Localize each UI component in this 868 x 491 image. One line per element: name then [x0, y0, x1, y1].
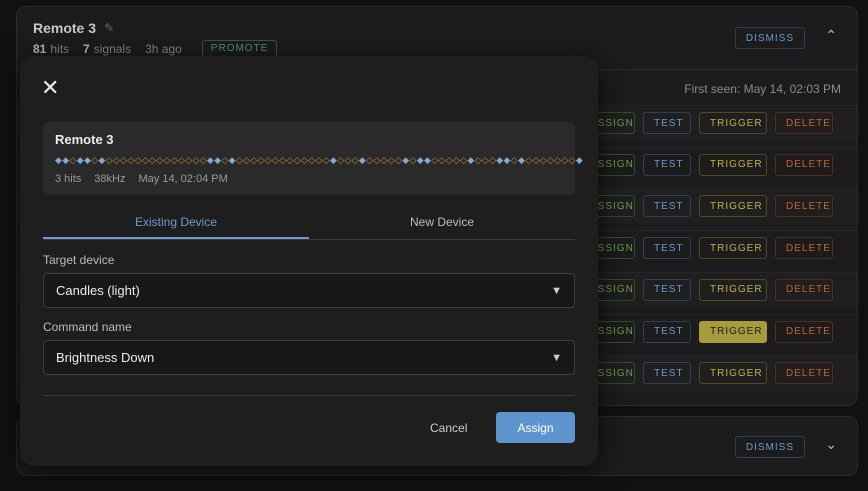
- trigger-button[interactable]: TRIGGER: [699, 237, 767, 260]
- waveform-pulse: ◇: [510, 156, 518, 166]
- trigger-button[interactable]: TRIGGER: [699, 278, 767, 301]
- delete-button[interactable]: DELETE: [775, 320, 833, 343]
- waveform-pulse: ◇: [445, 156, 453, 166]
- waveform-pulse: ◆: [228, 156, 236, 166]
- chevron-down-icon: ▼: [551, 351, 562, 364]
- cancel-button[interactable]: Cancel: [420, 412, 477, 443]
- delete-button[interactable]: DELETE: [775, 278, 833, 301]
- waveform-pulse: ◇: [409, 156, 417, 166]
- trigger-button[interactable]: TRIGGER: [699, 195, 767, 218]
- test-button[interactable]: TEST: [643, 237, 691, 260]
- test-button[interactable]: TEST: [643, 278, 691, 301]
- waveform-pulse: ◇: [192, 156, 200, 166]
- waveform-pulse: ◆: [358, 156, 367, 166]
- waveform-pulse: ◇: [387, 156, 396, 166]
- waveform-pulse: ◇: [344, 156, 352, 166]
- trigger-button[interactable]: TRIGGER: [699, 153, 767, 176]
- waveform-pulse: ◇: [257, 156, 265, 166]
- waveform-pulse: ◇: [127, 156, 135, 166]
- delete-button[interactable]: DELETE: [775, 195, 833, 218]
- command-name-select[interactable]: Brightness Down ▼: [43, 340, 575, 375]
- waveform-pulse: ◇: [235, 156, 244, 166]
- test-button[interactable]: TEST: [643, 362, 691, 385]
- assign-tabs: Existing Device New Device: [43, 206, 575, 240]
- waveform-pulse: ◆: [503, 156, 511, 166]
- waveform-pulse: ◇: [474, 156, 482, 166]
- test-button[interactable]: TEST: [643, 320, 691, 343]
- test-button[interactable]: TEST: [643, 195, 691, 218]
- dismiss-button[interactable]: DISMISS: [734, 27, 805, 49]
- waveform-pulse: ◇: [481, 156, 490, 166]
- waveform-pulse: ◇: [293, 156, 301, 166]
- signal-name: Remote 3: [55, 132, 114, 147]
- trigger-button[interactable]: TRIGGER: [699, 320, 767, 343]
- assign-button[interactable]: Assign: [496, 412, 575, 443]
- waveform-pulse: ◆: [76, 156, 84, 166]
- waveform-pulse: ◆: [467, 156, 475, 166]
- waveform-pulse: ◇: [69, 156, 77, 166]
- waveform-pulse: ◇: [156, 156, 164, 166]
- delete-button[interactable]: DELETE: [775, 362, 833, 385]
- waveform-pulse: ◇: [315, 156, 323, 166]
- waveform-pulse: ◇: [539, 156, 547, 166]
- target-device-select[interactable]: Candles (light) ▼: [43, 273, 575, 308]
- chevron-up-icon[interactable]: ⌃: [825, 27, 837, 44]
- waveform-pulse: ◇: [380, 156, 388, 166]
- trigger-button[interactable]: TRIGGER: [699, 362, 767, 385]
- delete-button[interactable]: DELETE: [775, 112, 833, 134]
- waveform-pulse: ◇: [170, 156, 178, 166]
- waveform-pulse: ◇: [561, 156, 569, 166]
- signal-waveform: ◆◆◇◆◆◇◆◇◇◇◇◇◇◇◇◇◇◇◇◇◇◆◆◇◆◇◇◇◇◇◇◇◇◇◇◇◇◇◆◇…: [55, 156, 583, 166]
- signal-preview: Remote 3 ◆◆◇◆◆◇◆◇◇◇◇◇◇◇◇◇◇◇◇◇◇◆◆◇◆◇◇◇◇◇◇…: [43, 122, 583, 195]
- waveform-pulse: ◆: [496, 156, 504, 166]
- delete-button[interactable]: DELETE: [775, 153, 833, 176]
- row-actions: ASSIGN TEST TRIGGER DELETE: [579, 278, 833, 301]
- waveform-pulse: ◇: [373, 156, 381, 166]
- waveform-pulse: ◇: [351, 156, 359, 166]
- target-device-label: Target device: [43, 253, 115, 267]
- waveform-pulse: ◆: [575, 156, 584, 166]
- command-name-label: Command name: [43, 320, 132, 334]
- close-icon[interactable]: ✕: [41, 77, 59, 99]
- waveform-pulse: ◇: [286, 156, 294, 166]
- first-seen-text: First seen: May 14, 02:03 PM: [684, 82, 841, 96]
- test-button[interactable]: TEST: [643, 112, 691, 134]
- waveform-pulse: ◇: [221, 156, 229, 166]
- waveform-pulse: ◇: [105, 156, 113, 166]
- assign-signal-modal: ✕ Remote 3 ◆◆◇◆◆◇◆◇◇◇◇◇◇◇◇◇◇◇◇◇◇◆◆◇◆◇◇◇◇…: [20, 56, 598, 466]
- waveform-pulse: ◇: [134, 156, 142, 166]
- waveform-pulse: ◇: [568, 156, 576, 166]
- waveform-pulse: ◇: [250, 156, 258, 166]
- waveform-pulse: ◇: [438, 156, 446, 166]
- tab-new-device[interactable]: New Device: [309, 206, 575, 239]
- waveform-pulse: ◆: [416, 156, 424, 166]
- waveform-pulse: ◇: [322, 156, 330, 166]
- row-actions: ASSIGN TEST TRIGGER DELETE: [579, 320, 833, 343]
- row-actions: ASSIGN TEST TRIGGER DELETE: [579, 153, 833, 176]
- waveform-pulse: ◇: [199, 156, 207, 166]
- trigger-button[interactable]: TRIGGER: [699, 112, 767, 134]
- card-title: Remote 3 ✎: [33, 20, 115, 36]
- waveform-pulse: ◇: [279, 156, 287, 166]
- row-actions: ASSIGN TEST TRIGGER DELETE: [579, 112, 833, 134]
- chevron-down-icon: ▼: [551, 284, 562, 297]
- signal-meta: 3 hits 38kHz May 14, 02:04 PM: [55, 173, 228, 185]
- tab-existing-device[interactable]: Existing Device: [43, 206, 309, 239]
- waveform-pulse: ◇: [264, 156, 273, 166]
- waveform-pulse: ◇: [532, 156, 540, 166]
- test-button[interactable]: TEST: [643, 153, 691, 176]
- chevron-down-icon[interactable]: ⌄: [825, 436, 837, 453]
- pencil-icon[interactable]: ✎: [104, 21, 114, 35]
- row-actions: ASSIGN TEST TRIGGER DELETE: [579, 195, 833, 218]
- row-actions: ASSIGN TEST TRIGGER DELETE: [579, 362, 833, 385]
- row-actions: ASSIGN TEST TRIGGER DELETE: [579, 237, 833, 260]
- card-meta: 81 hits 7 signals 3h ago PROMOTE: [33, 40, 278, 57]
- waveform-pulse: ◆: [98, 156, 106, 166]
- modal-divider: [43, 395, 575, 396]
- delete-button[interactable]: DELETE: [775, 237, 833, 260]
- waveform-pulse: ◇: [141, 156, 150, 166]
- promote-button[interactable]: PROMOTE: [201, 40, 278, 57]
- dismiss-button[interactable]: DISMISS: [734, 436, 805, 458]
- waveform-pulse: ◇: [163, 156, 171, 166]
